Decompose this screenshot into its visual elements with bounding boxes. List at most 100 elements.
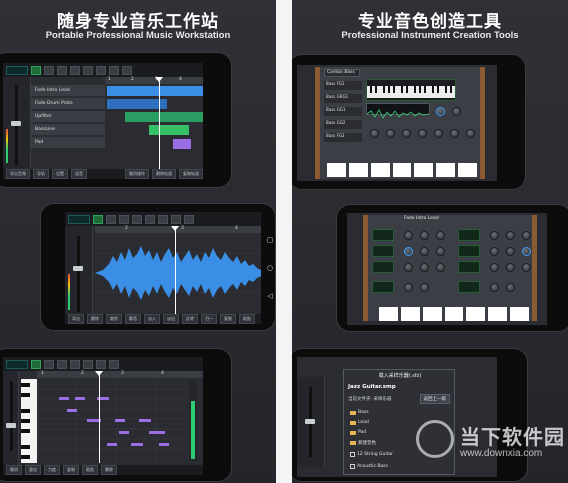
midi-note[interactable] [115, 419, 125, 422]
mute-button[interactable]: 静音 [125, 314, 141, 324]
clip[interactable] [107, 99, 167, 109]
undo-button[interactable]: 撤消操作 [125, 169, 149, 179]
lfo-knob[interactable] [420, 283, 429, 292]
loop-button[interactable] [70, 65, 80, 75]
playhead-marker[interactable] [95, 371, 103, 376]
fade-out-button[interactable]: 淡出 [163, 314, 179, 324]
piano-button[interactable] [109, 65, 119, 75]
track-header[interactable]: Fade Drum Proto [31, 98, 105, 110]
volume-knob[interactable] [466, 129, 475, 138]
piano-roll-grid[interactable] [37, 379, 187, 463]
normalize-button[interactable]: 归一 [201, 314, 217, 324]
amp-knob[interactable] [522, 263, 531, 272]
file-item[interactable]: 12 String Guitar [350, 452, 393, 457]
paste-button[interactable]: 粘贴 [239, 314, 255, 324]
sample-slot[interactable]: Bass FG1 [324, 81, 362, 90]
clip[interactable] [107, 86, 203, 96]
piano-black-key[interactable] [21, 383, 30, 387]
note-key[interactable] [488, 307, 508, 321]
fade-in-button[interactable]: 淡入 [144, 314, 160, 324]
folder-button[interactable] [83, 65, 93, 75]
playhead-marker[interactable] [171, 226, 179, 231]
clip[interactable] [125, 112, 203, 122]
sample-slot[interactable]: Bass GG1 [324, 107, 362, 116]
copy-button[interactable]: 复制 [220, 314, 236, 324]
home-icon[interactable]: ○ [267, 264, 273, 272]
back-icon[interactable]: ◁ [267, 292, 272, 300]
preset-header[interactable]: Fade Intro Lead [404, 216, 444, 224]
loop-button[interactable] [70, 359, 80, 369]
midi-note[interactable] [67, 409, 77, 412]
track-header[interactable]: Upfilter [31, 111, 105, 123]
lfo-rate-knob[interactable] [434, 129, 443, 138]
sample-slot[interactable]: Bass GG2 [324, 120, 362, 129]
copy-track-button[interactable]: 复制轨道 [179, 169, 203, 179]
playhead-marker[interactable] [155, 77, 163, 82]
note-key[interactable] [392, 163, 412, 177]
delete-track-button[interactable]: 删除轨道 [152, 169, 176, 179]
osc-knob[interactable] [436, 231, 445, 240]
filter-knob[interactable] [404, 247, 413, 256]
folder-item[interactable]: Lead [350, 420, 369, 425]
lfo-knob[interactable] [490, 283, 499, 292]
record-button[interactable] [57, 359, 67, 369]
record-button[interactable] [57, 65, 67, 75]
piano-keyboard[interactable] [21, 379, 37, 463]
mod-knob[interactable] [506, 231, 515, 240]
paste-button[interactable]: 粘贴 [82, 465, 98, 475]
velocity-fader[interactable] [189, 381, 197, 461]
lfo-knob[interactable] [404, 283, 413, 292]
piano-black-key[interactable] [21, 429, 30, 433]
lfo-knob[interactable] [506, 283, 515, 292]
note-key[interactable] [444, 307, 464, 321]
folder-item[interactable]: Pad [350, 430, 366, 435]
fx-knob[interactable] [522, 247, 531, 256]
amp-knob[interactable] [490, 263, 499, 272]
midi-note[interactable] [75, 397, 85, 400]
piano-button[interactable] [171, 214, 181, 224]
settings-text-button[interactable]: 设置 [52, 169, 68, 179]
fader-knob[interactable] [73, 266, 83, 271]
clip[interactable] [173, 139, 191, 149]
midi-note[interactable] [131, 443, 143, 446]
rewind-button[interactable] [44, 359, 54, 369]
piano-button[interactable] [109, 359, 119, 369]
piano-black-key[interactable] [21, 409, 30, 413]
mod-knob[interactable] [490, 231, 499, 240]
track-header[interactable]: BassLine [31, 124, 105, 136]
piano-black-key[interactable] [21, 419, 30, 423]
piano-black-key[interactable] [21, 445, 30, 449]
play-button[interactable] [93, 214, 103, 224]
trim-button[interactable]: 裁剪 [106, 314, 122, 324]
fader-knob[interactable] [11, 121, 21, 126]
clip[interactable] [149, 125, 189, 135]
delete-button[interactable]: 删除 [87, 314, 103, 324]
preset-header[interactable]: Combo Bass [324, 69, 360, 77]
recent-apps-icon[interactable]: ▢ [267, 236, 274, 244]
copy-button[interactable]: 复制 [63, 465, 79, 475]
mixer-button[interactable] [96, 359, 106, 369]
play-button[interactable] [31, 65, 41, 75]
amp-knob[interactable] [506, 263, 515, 272]
env-knob[interactable] [404, 263, 413, 272]
osc-knob[interactable] [404, 231, 413, 240]
settings-button[interactable] [184, 214, 194, 224]
decay-knob[interactable] [386, 129, 395, 138]
note-key[interactable] [348, 163, 368, 177]
fx-knob[interactable] [490, 247, 499, 256]
mod-knob[interactable] [522, 231, 531, 240]
playhead[interactable] [159, 77, 160, 169]
midi-note[interactable] [149, 431, 165, 434]
sample-slot[interactable]: Bass FG2 [324, 133, 362, 142]
rewind-button[interactable] [44, 65, 54, 75]
delete-button[interactable]: 删除 [101, 465, 117, 475]
note-key[interactable] [414, 163, 434, 177]
piano-black-key[interactable] [21, 455, 30, 459]
midi-note[interactable] [159, 443, 169, 446]
note-key[interactable] [510, 307, 530, 321]
folder-item[interactable]: Bass [350, 410, 369, 415]
settings-button[interactable] [122, 65, 132, 75]
note-key[interactable] [379, 307, 398, 321]
filter-knob[interactable] [436, 247, 445, 256]
env-knob[interactable] [436, 263, 445, 272]
